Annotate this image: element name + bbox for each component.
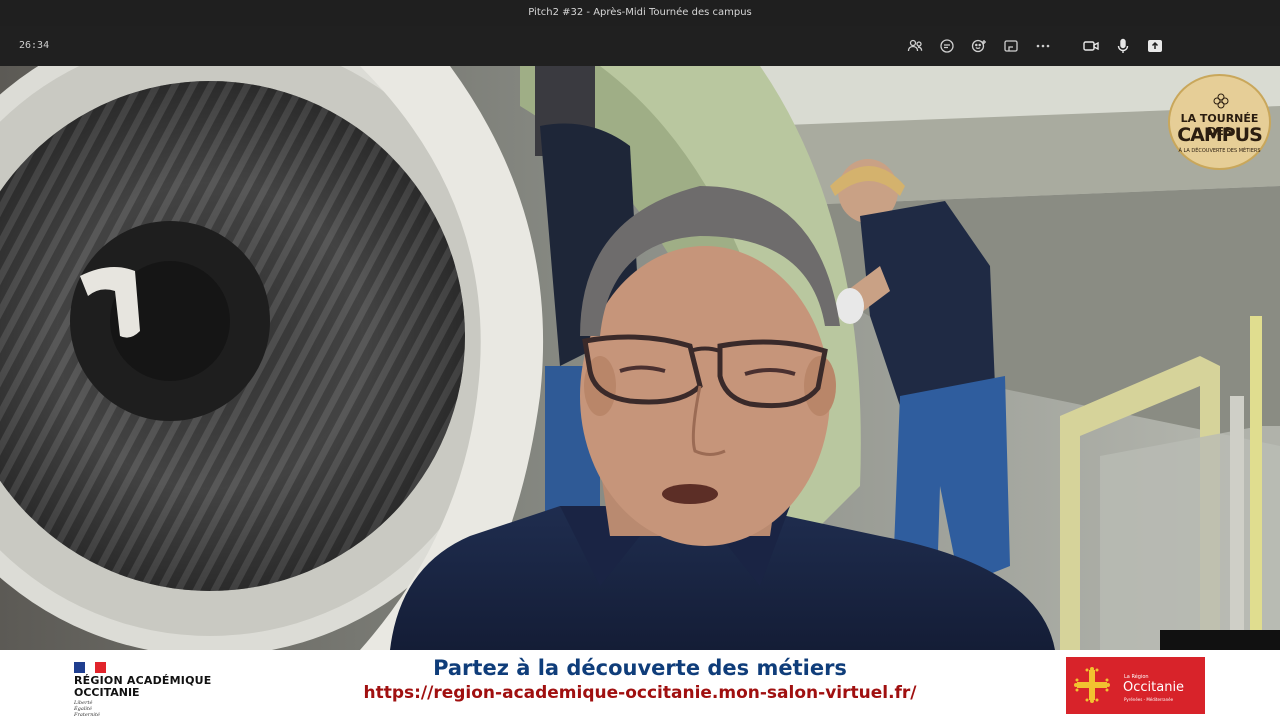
window-titlebar: Pitch2 #32 - Après-Midi Tournée des camp… (0, 0, 1280, 26)
occitan-cross-icon (1074, 667, 1110, 703)
region-name: Occitanie (1123, 680, 1185, 695)
reactions-icon[interactable] (969, 36, 989, 56)
window-title: Pitch2 #32 - Après-Midi Tournée des camp… (528, 7, 752, 18)
share-icon[interactable] (1145, 36, 1165, 56)
meeting-toolbar: 26:34 (0, 26, 1280, 66)
motto-fraternite: Fraternité (74, 712, 100, 718)
org-line2: OCCITANIE (74, 686, 140, 699)
hangar-video-feed (0, 66, 1280, 650)
banner-headline: Partez à la découverte des métiers (433, 656, 847, 680)
flower-icon (1213, 93, 1229, 109)
region-academique-logo: RÉGION ACADÉMIQUE OCCITANIE Liberté Égal… (72, 656, 232, 718)
tournee-campus-logo: LA TOURNÉE DES CAMPUS À LA DÉCOUVERTE DE… (1168, 74, 1271, 170)
french-flag-icon (74, 658, 106, 673)
more-icon[interactable] (1033, 36, 1053, 56)
occitanie-region-logo: La Région Occitanie Pyrénées - Méditerra… (1066, 657, 1205, 714)
badge-line3: À LA DÉCOUVERTE DES MÉTIERS (1178, 148, 1261, 154)
badge-line2: CAMPUS (1177, 124, 1263, 146)
mic-icon[interactable] (1113, 36, 1133, 56)
video-stage: LA TOURNÉE DES CAMPUS À LA DÉCOUVERTE DE… (0, 66, 1280, 650)
camera-icon[interactable] (1081, 36, 1101, 56)
people-icon[interactable] (905, 36, 925, 56)
chat-icon[interactable] (937, 36, 957, 56)
call-timer: 26:34 (19, 40, 50, 51)
rooms-icon[interactable] (1001, 36, 1021, 56)
banner-url-link[interactable]: https://region-academique-occitanie.mon-… (280, 683, 1000, 703)
motto: Liberté Égalité Fraternité (74, 700, 100, 718)
region-sub: Pyrénées - Méditerranée (1124, 697, 1174, 702)
